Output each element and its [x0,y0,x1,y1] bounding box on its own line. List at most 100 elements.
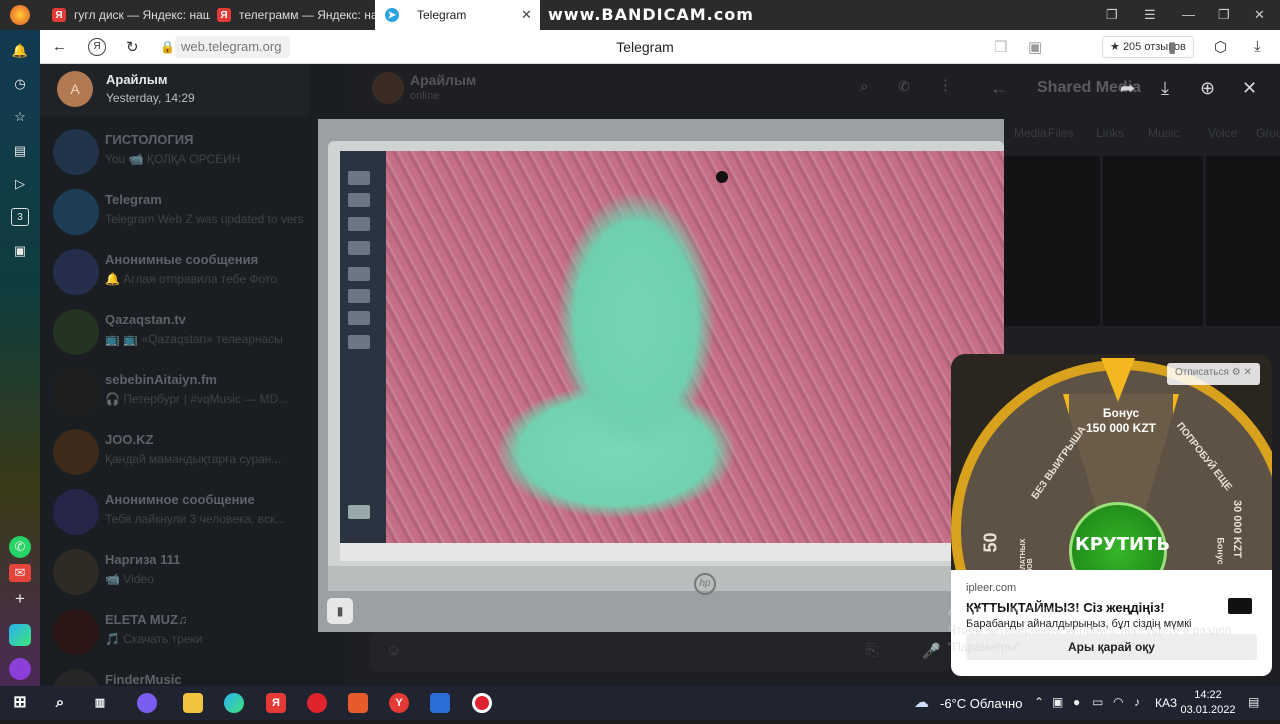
viewer-photo[interactable]: hp [318,119,1004,632]
tab-music[interactable]: Music [1148,126,1179,140]
tab-voice[interactable]: Voice [1208,126,1237,140]
segment-50-sub: БЕСПЛАТНЫХ СПИНОВ [1020,538,1034,579]
yandex-browser-logo[interactable] [10,5,30,25]
edge-icon[interactable] [224,693,244,713]
bandicam-record-icon[interactable] [472,693,492,713]
tab-links[interactable]: Links [1096,126,1124,140]
list-item[interactable]: sebebinAitaiyn.fm 🎧 Петербург | #vqMusic … [40,364,350,424]
close-icon[interactable]: ✕ [1243,367,1251,378]
list-item[interactable]: JOO.KZ Қандай мамандықтарға суран... [40,424,350,484]
windows-start-icon[interactable]: ⊞ [10,693,30,713]
ad-source: ipleer.com [966,582,1017,594]
network-icon[interactable]: ◠ [1113,695,1123,709]
list-item[interactable]: Анонимное сообщение Тебя лайкнули 3 челов… [40,484,350,544]
reload-icon[interactable]: ↻ [126,38,139,56]
zoom-in-icon[interactable]: ⊕ [1200,78,1215,99]
extensions-icon[interactable]: ⬡ [1214,38,1227,56]
avatar [53,249,99,295]
segment-50: 50 [980,532,1001,553]
maximize-icon[interactable]: ❐ [1218,7,1230,23]
mail-icon[interactable]: ✉ [9,564,31,582]
notifications-icon[interactable]: 🔔 [11,42,29,60]
yandex-icon[interactable]: Я [266,693,286,713]
close-window-icon[interactable]: ✕ [1254,7,1265,23]
mic-icon[interactable]: 🎤 [922,642,941,660]
wheel-pointer [1101,358,1135,402]
screenshot-icon[interactable]: ▣ [11,242,29,260]
favorites-icon[interactable]: ☆ [11,108,29,126]
browser-tab-bar: Я гугл диск — Яндекс: нашл Я телеграмм —… [0,0,1280,30]
yandex-browser-icon[interactable]: Y [389,693,409,713]
collections-icon[interactable]: ❐ [1106,7,1118,23]
tab-files[interactable]: Files [1048,126,1073,140]
whatsapp-icon[interactable]: ✆ [9,536,31,558]
close-icon[interactable]: ✕ [1242,78,1257,99]
office-icon[interactable] [348,693,368,713]
download-icon[interactable]: ⤓ [1161,78,1169,99]
prize-wheel: Бонус 150 000 KZT БЕЗ ВЫИГРЫША ПОПРОБУЙ Е… [951,354,1272,579]
app-icon[interactable] [9,624,31,646]
protect-icon[interactable]: ▣ [1028,38,1042,56]
bookmark-icon[interactable]: ▮ [327,598,353,624]
phone-icon[interactable]: ✆ [898,78,910,95]
download-icon[interactable]: ⤓ [1254,38,1261,55]
battery-icon[interactable]: ▭ [1092,695,1103,709]
search-icon[interactable]: ⌕ [860,78,868,95]
minimize-icon[interactable]: — [1182,7,1195,22]
copy-link-icon[interactable]: ❐ [994,38,1007,56]
list-item[interactable]: Qazaqstan.tv 📺 📺 «Qazaqstan» телеарнасы [40,304,350,364]
bandicam-watermark: www.BANDICAM.com [548,5,754,24]
search-icon[interactable]: ⌕ [50,693,70,713]
forward-icon[interactable]: ➦ [1120,78,1135,99]
notification-center-icon[interactable]: ▤ [1248,695,1259,709]
tab-telegram-search[interactable]: Я телеграмм — Яндекс: нашл [207,0,375,30]
language-indicator[interactable]: КАЗ [1155,696,1177,710]
clock-time[interactable]: 14:22 [1184,689,1232,701]
emoji-icon[interactable]: ☺ [386,642,401,659]
back-arrow-icon[interactable]: ← [990,78,1008,99]
file-explorer-icon[interactable] [183,693,203,713]
chevron-up-icon[interactable]: ⌃ [1034,695,1044,709]
history-icon[interactable]: ◷ [11,75,29,93]
clock-date[interactable]: 03.01.2022 [1180,704,1236,716]
list-item[interactable]: ELETA MUZ♫ 🎵 Скачать треки [40,604,350,664]
weather-text[interactable]: -6°C Облачно [940,696,1022,711]
app-purple-icon[interactable] [137,693,157,713]
counter-icon[interactable]: 3 [11,208,29,226]
reviews-badge[interactable]: ★ 205 отзывов [1102,36,1194,58]
collections-icon[interactable]: ▤ [11,142,29,160]
menu-icon[interactable]: ☰ [1144,7,1156,23]
gear-icon[interactable]: ⚙ [1232,367,1241,378]
viewer-toolbar: ← ➦ ⤓ ⊕ ✕ [940,64,1280,114]
url-text: web.telegram.org [181,39,282,54]
tab-google-drive[interactable]: Я гугл диск — Яндекс: нашл [42,0,210,30]
avatar [53,429,99,475]
yandex-home-icon[interactable]: Я [88,38,106,56]
list-item[interactable]: ГИСТОЛОГИЯ You 📹 ҚОЛҚА ОРСЕИН [40,124,350,184]
yandex-icon: Я [217,8,231,22]
video-icon[interactable]: ▷ [11,175,29,193]
opera-icon[interactable] [307,693,327,713]
avatar [53,369,99,415]
media-icon[interactable] [430,693,450,713]
close-tab-icon[interactable]: ✕ [521,7,532,23]
list-item[interactable]: Telegram Telegram Web Z was updated to ve… [40,184,350,244]
unsubscribe-button[interactable]: Отписаться ⚙ ✕ [1167,363,1260,385]
avatar [53,489,99,535]
message-input[interactable] [370,632,950,672]
tab-groups[interactable]: Grou [1256,126,1280,140]
tab-telegram[interactable]: ➤ Telegram ✕ [375,0,540,30]
bookmark-icon[interactable]: ▮ [1168,38,1176,56]
add-icon[interactable]: + [11,590,29,608]
volume-icon[interactable]: ♪ [1134,695,1140,709]
task-view-icon[interactable]: ▥ [90,693,110,713]
list-item[interactable]: Наргиза 111 📹 Video [40,544,350,604]
list-item[interactable]: Анонимные сообщения 🔔 Аглая отправила теб… [40,244,350,304]
mic-icon[interactable]: ● [1073,695,1080,709]
tab-media[interactable]: Media [1014,126,1047,140]
camera-icon[interactable]: ▣ [1052,695,1063,709]
attach-icon[interactable]: ⎘ [866,642,878,659]
alice-icon[interactable] [9,658,31,680]
back-icon[interactable]: ← [52,38,67,55]
chat-header-name: Арайлым [410,72,477,88]
